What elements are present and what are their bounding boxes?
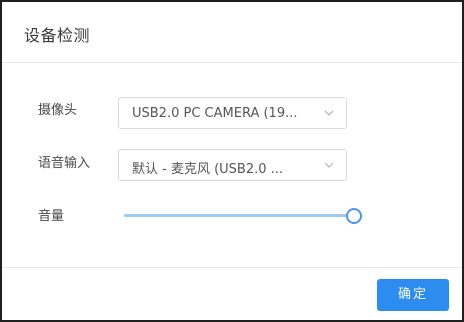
volume-label: 音量 [38, 209, 65, 224]
microphone-label: 语音输入 [38, 156, 91, 171]
chevron-down-icon [324, 110, 334, 116]
camera-select-value: USB2.0 PC CAMERA (19... [132, 106, 298, 121]
volume-slider-thumb[interactable] [346, 208, 362, 224]
microphone-select-value: 默认 - 麦克风 (USB2.0 ... [132, 162, 284, 177]
camera-select[interactable]: USB2.0 PC CAMERA (19... [118, 97, 347, 129]
microphone-select[interactable]: 默认 - 麦克风 (USB2.0 ... [118, 149, 347, 181]
dialog-title: 设备检测 [24, 26, 91, 45]
ok-button[interactable]: 确定 [377, 279, 449, 311]
dialog-header: 设备检测 [2, 2, 462, 63]
camera-label: 摄像头 [38, 103, 78, 118]
device-check-dialog: 设备检测 摄像头 USB2.0 PC CAMERA (19... 语音输入 默认… [0, 0, 464, 322]
volume-slider[interactable] [124, 208, 362, 224]
footer-divider [2, 267, 462, 268]
volume-slider-track[interactable] [124, 214, 354, 217]
chevron-down-icon [324, 162, 334, 168]
